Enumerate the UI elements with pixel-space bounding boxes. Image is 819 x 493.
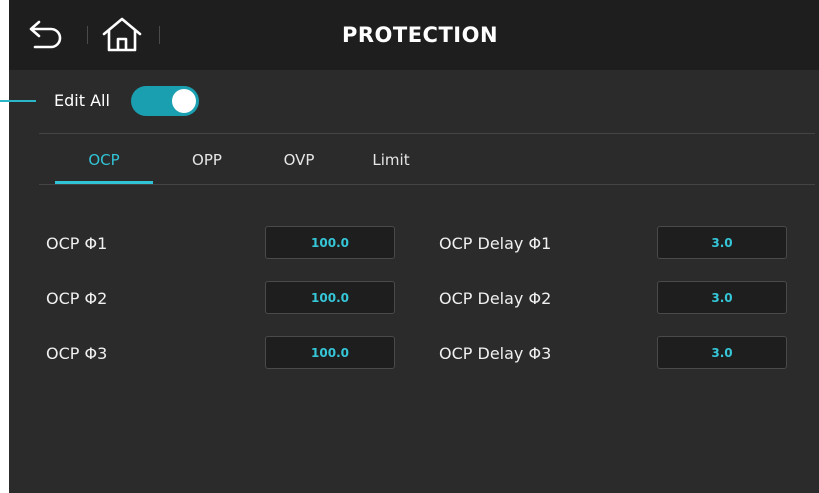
ocp-delay-phase2-field[interactable]: 3.0 — [657, 281, 787, 314]
home-button[interactable] — [99, 14, 145, 56]
ocp-delay-phase1-field[interactable]: 3.0 — [657, 226, 787, 259]
divider — [39, 133, 815, 134]
ocp-delay-phase3-label: OCP Delay Φ3 — [439, 344, 552, 363]
divider — [39, 184, 815, 185]
edit-all-label: Edit All — [54, 91, 110, 110]
back-button[interactable] — [27, 16, 67, 54]
ocp-delay-phase1-label: OCP Delay Φ1 — [439, 234, 552, 253]
edit-all-toggle[interactable] — [131, 86, 199, 116]
ocp-phase2-field[interactable]: 100.0 — [265, 281, 395, 314]
tab-opp[interactable]: OPP — [177, 140, 237, 184]
ocp-delay-phase3-field[interactable]: 3.0 — [657, 336, 787, 369]
ocp-delay-phase2-label: OCP Delay Φ2 — [439, 289, 552, 308]
ocp-phase3-field[interactable]: 100.0 — [265, 336, 395, 369]
ocp-phase1-label: OCP Φ1 — [46, 234, 108, 253]
ocp-phase2-label: OCP Φ2 — [46, 289, 108, 308]
back-arrow-icon — [29, 20, 62, 49]
divider — [87, 26, 88, 44]
home-icon — [102, 17, 142, 52]
callout-line — [0, 100, 36, 102]
ocp-phase3-label: OCP Φ3 — [46, 344, 108, 363]
protection-screen: PROTECTION Edit All OCP OPP OVP Limit OC… — [9, 0, 819, 493]
top-bar: PROTECTION — [9, 0, 819, 70]
tab-ocp[interactable]: OCP — [55, 140, 153, 184]
tab-limit[interactable]: Limit — [361, 140, 421, 184]
toggle-knob — [172, 89, 196, 113]
tab-ovp[interactable]: OVP — [269, 140, 329, 184]
divider — [159, 26, 160, 44]
ocp-phase1-field[interactable]: 100.0 — [265, 226, 395, 259]
